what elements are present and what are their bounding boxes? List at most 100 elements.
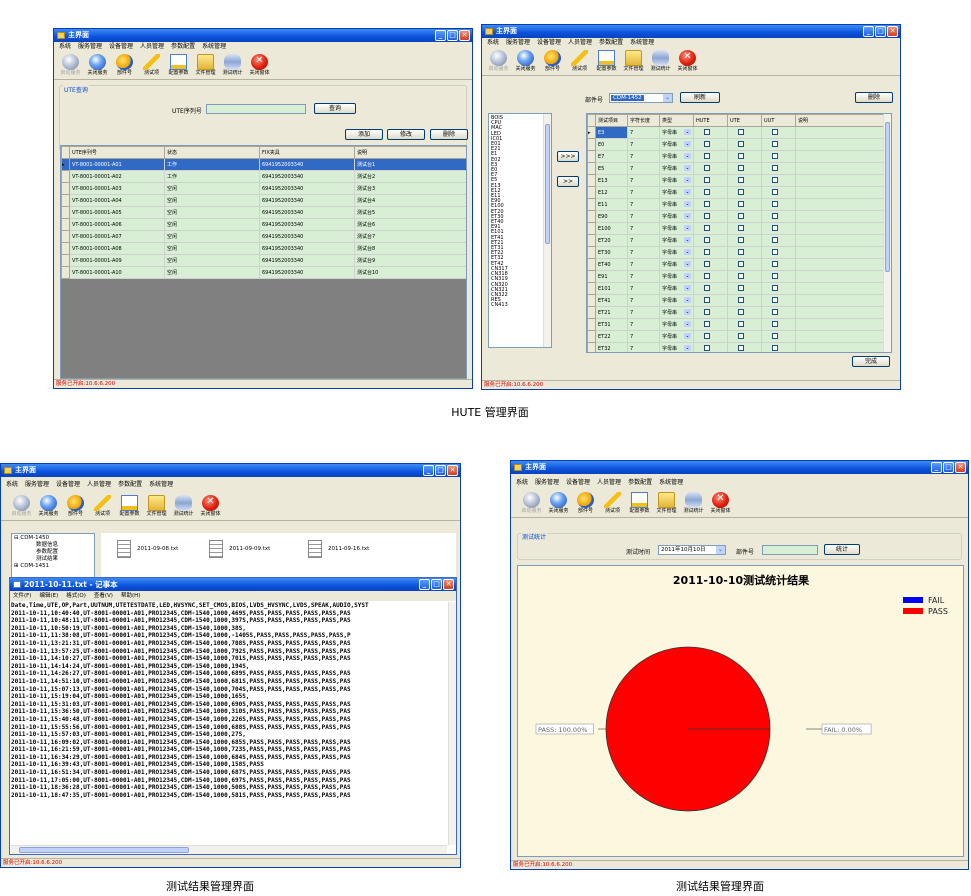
uut-checkbox-cell[interactable] — [761, 258, 796, 271]
table-row[interactable]: E100 7 字母串 ⌄ — [587, 222, 885, 235]
hute-checkbox-cell[interactable] — [693, 210, 728, 223]
row-header[interactable] — [61, 242, 70, 255]
row-header[interactable] — [61, 206, 70, 219]
list-scrollbar[interactable] — [543, 114, 551, 347]
type-cell[interactable]: 字母串 ⌄ — [659, 210, 694, 223]
file-item[interactable]: 2011-09-16.txt — [308, 540, 369, 558]
ute-checkbox-cell[interactable] — [727, 198, 762, 211]
uut-checkbox-cell[interactable] — [761, 174, 796, 187]
test-item-button[interactable]: 测试项 — [567, 48, 592, 75]
table-cell[interactable]: VT-8001-00001-A02 — [69, 170, 165, 183]
row-header[interactable] — [587, 318, 596, 331]
col-fixture[interactable]: FIX夹具 — [259, 146, 355, 159]
row-header[interactable] — [587, 306, 596, 319]
maximize-button[interactable]: □ — [431, 579, 442, 590]
start-service-button[interactable]: 启动服务 — [9, 493, 34, 520]
test-item-cell[interactable]: E101 — [595, 282, 628, 295]
row-header[interactable] — [61, 182, 70, 195]
title-bar[interactable]: 主界面 _ □ ✕ — [54, 29, 472, 42]
length-cell[interactable]: 7 — [627, 306, 660, 319]
hute-checkbox-cell[interactable] — [693, 162, 728, 175]
grid-scrollbar[interactable] — [883, 114, 891, 352]
menu-params[interactable]: 参数配置 — [599, 38, 623, 48]
tree-node[interactable]: 参数配置 — [14, 549, 92, 556]
file-manage-button[interactable]: 文件管理 — [144, 493, 169, 520]
file-manage-button[interactable]: 文件管理 — [654, 490, 679, 517]
chevron-down-icon[interactable]: ⌄ — [684, 273, 691, 279]
menu-sysmgmt[interactable]: 系统管理 — [149, 480, 173, 490]
desc-cell[interactable] — [795, 270, 885, 283]
uut-checkbox-cell[interactable] — [761, 294, 796, 307]
test-item-cell[interactable]: ET41 — [595, 294, 628, 307]
ute-grid[interactable]: UTE序列号 状态 FIX夹具 说明 ▸ VT-8001-00001-A01 工作 6… — [60, 145, 467, 379]
table-row[interactable]: VT-8001-00001-A08 空闲 6941952003340 测试台8 — [61, 242, 466, 255]
test-item-cell[interactable]: E90 — [595, 210, 628, 223]
chevron-down-icon[interactable]: ⌄ — [663, 94, 672, 102]
chevron-down-icon[interactable]: ⌄ — [684, 141, 691, 147]
table-cell[interactable]: 6941952003340 — [259, 170, 355, 183]
hute-checkbox-cell[interactable] — [693, 270, 728, 283]
stop-service-button[interactable]: 关闭服务 — [513, 48, 538, 75]
table-row[interactable]: E5 7 字母串 ⌄ — [587, 162, 885, 175]
row-header[interactable] — [587, 330, 596, 343]
length-cell[interactable]: 7 — [627, 222, 660, 235]
hute-checkbox-cell[interactable] — [693, 222, 728, 235]
length-cell[interactable]: 7 — [627, 270, 660, 283]
ute-checkbox-cell[interactable] — [727, 306, 762, 319]
desc-cell[interactable] — [795, 198, 885, 211]
title-bar[interactable]: 主界面 _ □ ✕ — [1, 464, 460, 477]
type-cell[interactable]: 字母串 ⌄ — [659, 258, 694, 271]
notepad-vscrollbar[interactable] — [448, 602, 456, 845]
ute-checkbox-cell[interactable] — [727, 258, 762, 271]
chevron-down-icon[interactable]: ⌄ — [684, 129, 691, 135]
length-cell[interactable]: 7 — [627, 342, 660, 352]
menu-view[interactable]: 查看(V) — [94, 591, 113, 601]
hute-checkbox-cell[interactable] — [693, 342, 728, 352]
ute-checkbox-cell[interactable] — [727, 210, 762, 223]
title-bar[interactable]: 主界面 _ □ ✕ — [482, 25, 900, 38]
checkbox[interactable] — [704, 128, 710, 135]
chevron-down-icon[interactable]: ⌄ — [684, 237, 691, 243]
tree-node[interactable]: 测试结果 — [14, 556, 92, 563]
type-cell[interactable]: 字母串 ⌄ — [659, 306, 694, 319]
chevron-down-icon[interactable]: ⌄ — [684, 333, 691, 339]
stop-service-button[interactable]: 关闭服务 — [546, 490, 571, 517]
config-params-button[interactable]: 配置参数 — [117, 493, 142, 520]
part-number-button[interactable]: 部件号 — [63, 493, 88, 520]
length-cell[interactable]: 7 — [627, 246, 660, 259]
col-desc[interactable]: 说明 — [795, 114, 885, 127]
checkbox[interactable] — [772, 152, 778, 159]
done-button[interactable]: 完成 — [852, 356, 890, 367]
table-row[interactable]: VT-8001-00001-A07 空闲 6941952003340 测试台7 — [61, 230, 466, 243]
checkbox[interactable] — [738, 176, 744, 183]
close-button[interactable]: ✕ — [887, 26, 898, 37]
table-row[interactable]: ET32 7 字母串 ⌄ — [587, 342, 885, 352]
ute-serial-input[interactable] — [206, 104, 306, 114]
checkbox[interactable] — [772, 200, 778, 207]
table-cell[interactable]: 测试台9 — [354, 254, 466, 267]
uut-checkbox-cell[interactable] — [761, 138, 796, 151]
col-ute-serial[interactable]: UTE序列号 — [69, 146, 165, 159]
close-button[interactable]: ✕ — [443, 579, 454, 590]
list-item[interactable]: CN413 — [491, 303, 549, 308]
type-cell[interactable]: 字母串 ⌄ — [659, 162, 694, 175]
ute-checkbox-cell[interactable] — [727, 342, 762, 352]
type-cell[interactable]: 字母串 ⌄ — [659, 246, 694, 259]
uut-checkbox-cell[interactable] — [761, 186, 796, 199]
test-item-cell[interactable]: E0 — [595, 138, 628, 151]
table-row[interactable]: E0 7 字母串 ⌄ — [587, 138, 885, 151]
checkbox[interactable] — [772, 248, 778, 255]
config-params-button[interactable]: 配置参数 — [594, 48, 619, 75]
test-item-cell[interactable]: ET22 — [595, 330, 628, 343]
menu-edit[interactable]: 编辑(E) — [39, 591, 58, 601]
table-cell[interactable]: 测试台10 — [354, 266, 466, 279]
length-cell[interactable]: 7 — [627, 330, 660, 343]
ute-checkbox-cell[interactable] — [727, 162, 762, 175]
menu-device[interactable]: 设备管理 — [109, 42, 133, 52]
row-header[interactable] — [587, 258, 596, 271]
uut-checkbox-cell[interactable] — [761, 330, 796, 343]
test-item-button[interactable]: 测试项 — [139, 52, 164, 79]
table-row[interactable]: VT-8001-00001-A06 空闲 6941952003340 测试台6 — [61, 218, 466, 231]
checkbox[interactable] — [704, 284, 710, 291]
table-cell[interactable]: 测试台8 — [354, 242, 466, 255]
